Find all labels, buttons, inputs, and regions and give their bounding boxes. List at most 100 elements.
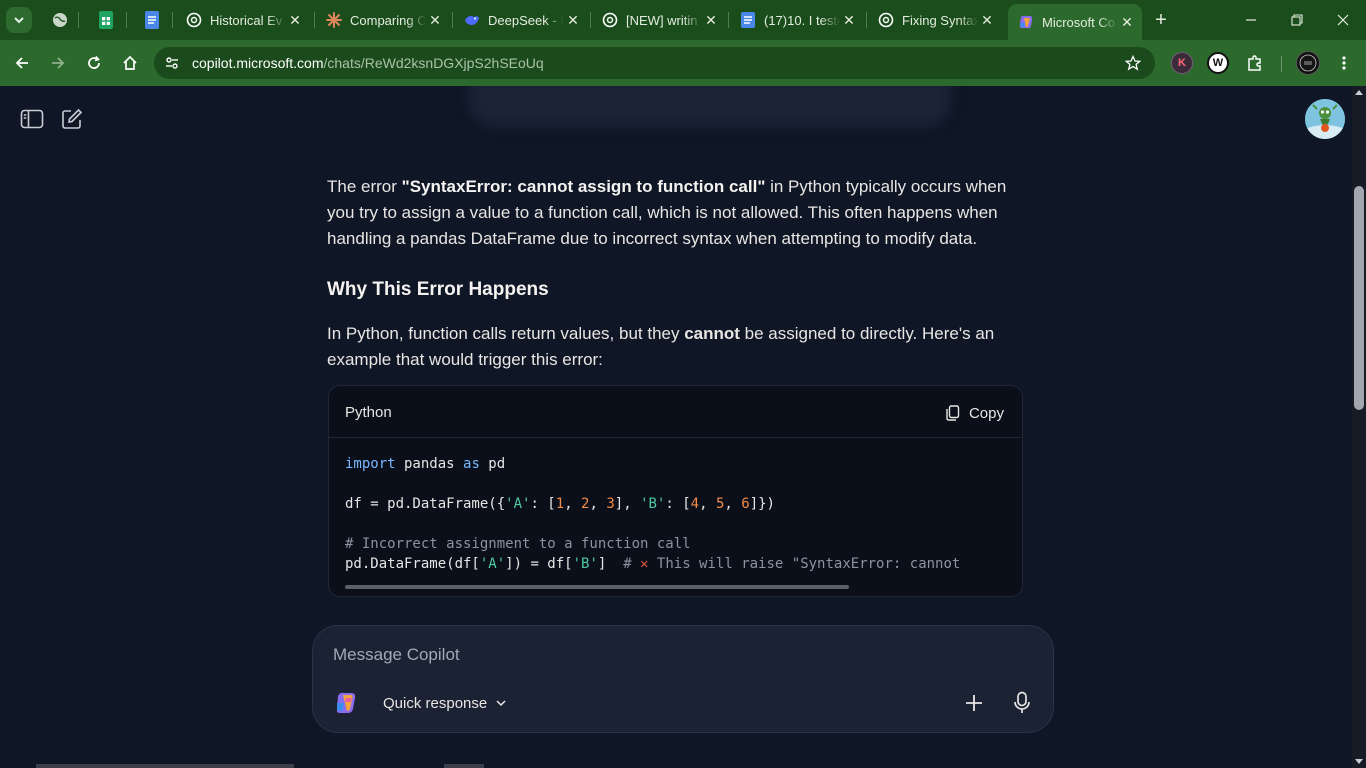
chevron-down-icon [496,700,506,707]
minimize-icon [1246,19,1256,21]
explanation-paragraph: In Python, function calls return values,… [327,321,1027,373]
k-extension-icon[interactable]: K [1171,52,1193,74]
bottom-edge-bar [444,764,484,768]
user-avatar[interactable] [1305,99,1345,139]
code-language: Python [345,404,392,421]
message-composer: Quick response [312,625,1054,733]
code-token: , [699,496,716,512]
code-token: 3 [606,496,615,512]
profile-avatar[interactable] [1296,51,1320,75]
close-window-button[interactable] [1330,8,1356,32]
address-bar[interactable]: copilot.microsoft.com/chats/ReWd2ksnDGXj… [154,47,1155,79]
pinned-tab-globe[interactable] [48,8,72,32]
home-button[interactable] [118,51,142,75]
code-token: , [724,496,742,512]
code-token: , [564,496,582,512]
extensions-button[interactable] [1243,51,1267,75]
close-icon[interactable]: ✕ [840,11,858,29]
bookmark-star-button[interactable] [1123,53,1143,73]
deepseek-icon [464,12,480,28]
add-attachment-button[interactable] [961,690,987,716]
tab-fixing-syntax[interactable]: Fixing Syntax ✕ [868,6,1002,34]
sidebar-toggle-button[interactable] [19,106,45,132]
restore-icon [1291,14,1303,26]
tab-title: (17)10. I teste [764,12,840,28]
page-vertical-scrollbar[interactable] [1352,86,1366,768]
openai-icon [878,12,894,28]
pinned-tab-sheets[interactable] [94,8,118,32]
w-extension-icon[interactable]: W [1207,52,1229,74]
code-token: import [345,456,396,472]
error-name: "SyntaxError: cannot assign to function … [401,177,766,196]
close-icon[interactable]: ✕ [978,11,996,29]
claude-icon [326,12,342,28]
tab-deepseek[interactable]: DeepSeek - I ✕ [454,6,588,34]
back-button[interactable] [10,51,34,75]
browser-menu-button[interactable] [1332,51,1356,75]
tab-title: Comparing C [350,12,426,28]
minimize-button[interactable] [1238,8,1264,32]
code-token: pandas [395,456,464,472]
new-chat-button[interactable] [59,106,85,132]
tab-new-writing[interactable]: [NEW] writin ✕ [592,6,726,34]
openai-icon [602,12,618,28]
arrow-left-icon [15,57,28,69]
close-icon [1337,14,1349,26]
browser-toolbar: copilot.microsoft.com/chats/ReWd2ksnDGXj… [0,40,1366,86]
tab-search-button[interactable] [6,7,32,33]
code-token: ]}) [749,496,775,512]
tab-historical[interactable]: Historical Ev ✕ [176,6,310,34]
copy-code-button[interactable]: Copy [946,402,1004,424]
compose-icon [62,108,83,129]
close-icon[interactable]: ✕ [702,11,720,29]
chevron-down-icon [14,17,24,24]
close-icon[interactable]: ✕ [1118,13,1136,31]
scroll-up-arrow-icon[interactable] [1355,90,1363,95]
code-content[interactable]: import pandas as pd df = pd.DataFrame({'… [345,454,960,574]
openai-icon [186,12,202,28]
tab-title: [NEW] writin [626,12,698,28]
url-path: /chats/ReWd2ksnDGXjpS2hSEoUq [323,55,544,71]
new-tab-button[interactable]: + [1150,9,1172,31]
tab-title: DeepSeek - I [488,12,564,28]
site-settings-icon[interactable] [164,55,180,71]
tab-tested[interactable]: (17)10. I teste ✕ [730,6,864,34]
tab-copilot-active[interactable]: Microsoft Co ✕ [1008,4,1142,40]
code-token: ] [597,556,624,572]
tab-title: Historical Ev [210,12,283,28]
close-icon[interactable]: ✕ [286,11,304,29]
code-token: ]) = df[ [505,556,573,572]
close-icon[interactable]: ✕ [564,11,582,29]
scroll-down-arrow-icon[interactable] [1355,759,1363,764]
tab-comparing[interactable]: Comparing C ✕ [316,6,450,34]
forward-button[interactable] [46,51,70,75]
section-heading: Why This Error Happens [327,279,549,300]
code-token: ], [614,496,641,512]
copilot-logo-icon [336,692,356,713]
pinned-tab-docs[interactable] [140,8,164,32]
message-input[interactable] [333,640,933,670]
copilot-page: The error "SyntaxError: cannot assign to… [0,86,1352,768]
code-horizontal-scrollbar[interactable] [345,585,849,589]
more-vert-icon [1342,56,1346,70]
reload-button[interactable] [82,51,106,75]
avatar-image [1305,99,1345,139]
restore-button[interactable] [1284,8,1310,32]
code-token: 4 [690,496,700,512]
url-text[interactable]: copilot.microsoft.com/chats/ReWd2ksnDGXj… [192,55,544,71]
profile-icon [1299,54,1317,72]
voice-input-button[interactable] [1009,689,1035,717]
emphasis-cannot: cannot [684,324,740,343]
close-icon[interactable]: ✕ [426,11,444,29]
code-token: pd [479,456,506,472]
bottom-edge-bar [36,764,294,768]
sidebar-icon [20,109,44,129]
assistant-message: The error "SyntaxError: cannot assign to… [327,174,1027,252]
code-token: 'B' [640,496,666,512]
scrollbar-thumb[interactable] [1354,186,1364,410]
response-mode-dropdown[interactable]: Quick response [383,692,507,714]
globe-icon [53,13,67,27]
code-token: df = pd.DataFrame({ [345,496,506,512]
code-token: 'A' [505,496,531,512]
code-token: 6 [741,496,750,512]
